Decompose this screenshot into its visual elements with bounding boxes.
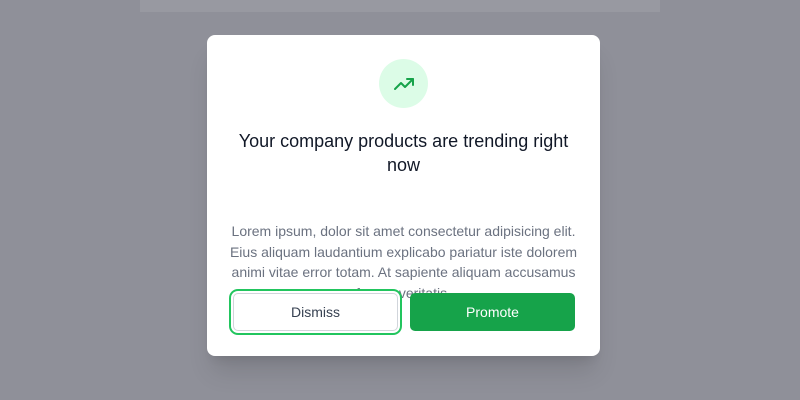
promote-button[interactable]: Promote xyxy=(410,293,575,331)
dismiss-button[interactable]: Dismiss xyxy=(233,293,398,331)
trending-up-icon xyxy=(392,72,416,96)
dialog-description: Lorem ipsum, dolor sit amet consectetur … xyxy=(229,223,578,301)
icon-badge xyxy=(379,59,428,108)
trending-dialog: Your company products are trending right… xyxy=(207,35,600,356)
dialog-title: Your company products are trending right… xyxy=(238,131,569,175)
background-panel xyxy=(140,0,660,12)
